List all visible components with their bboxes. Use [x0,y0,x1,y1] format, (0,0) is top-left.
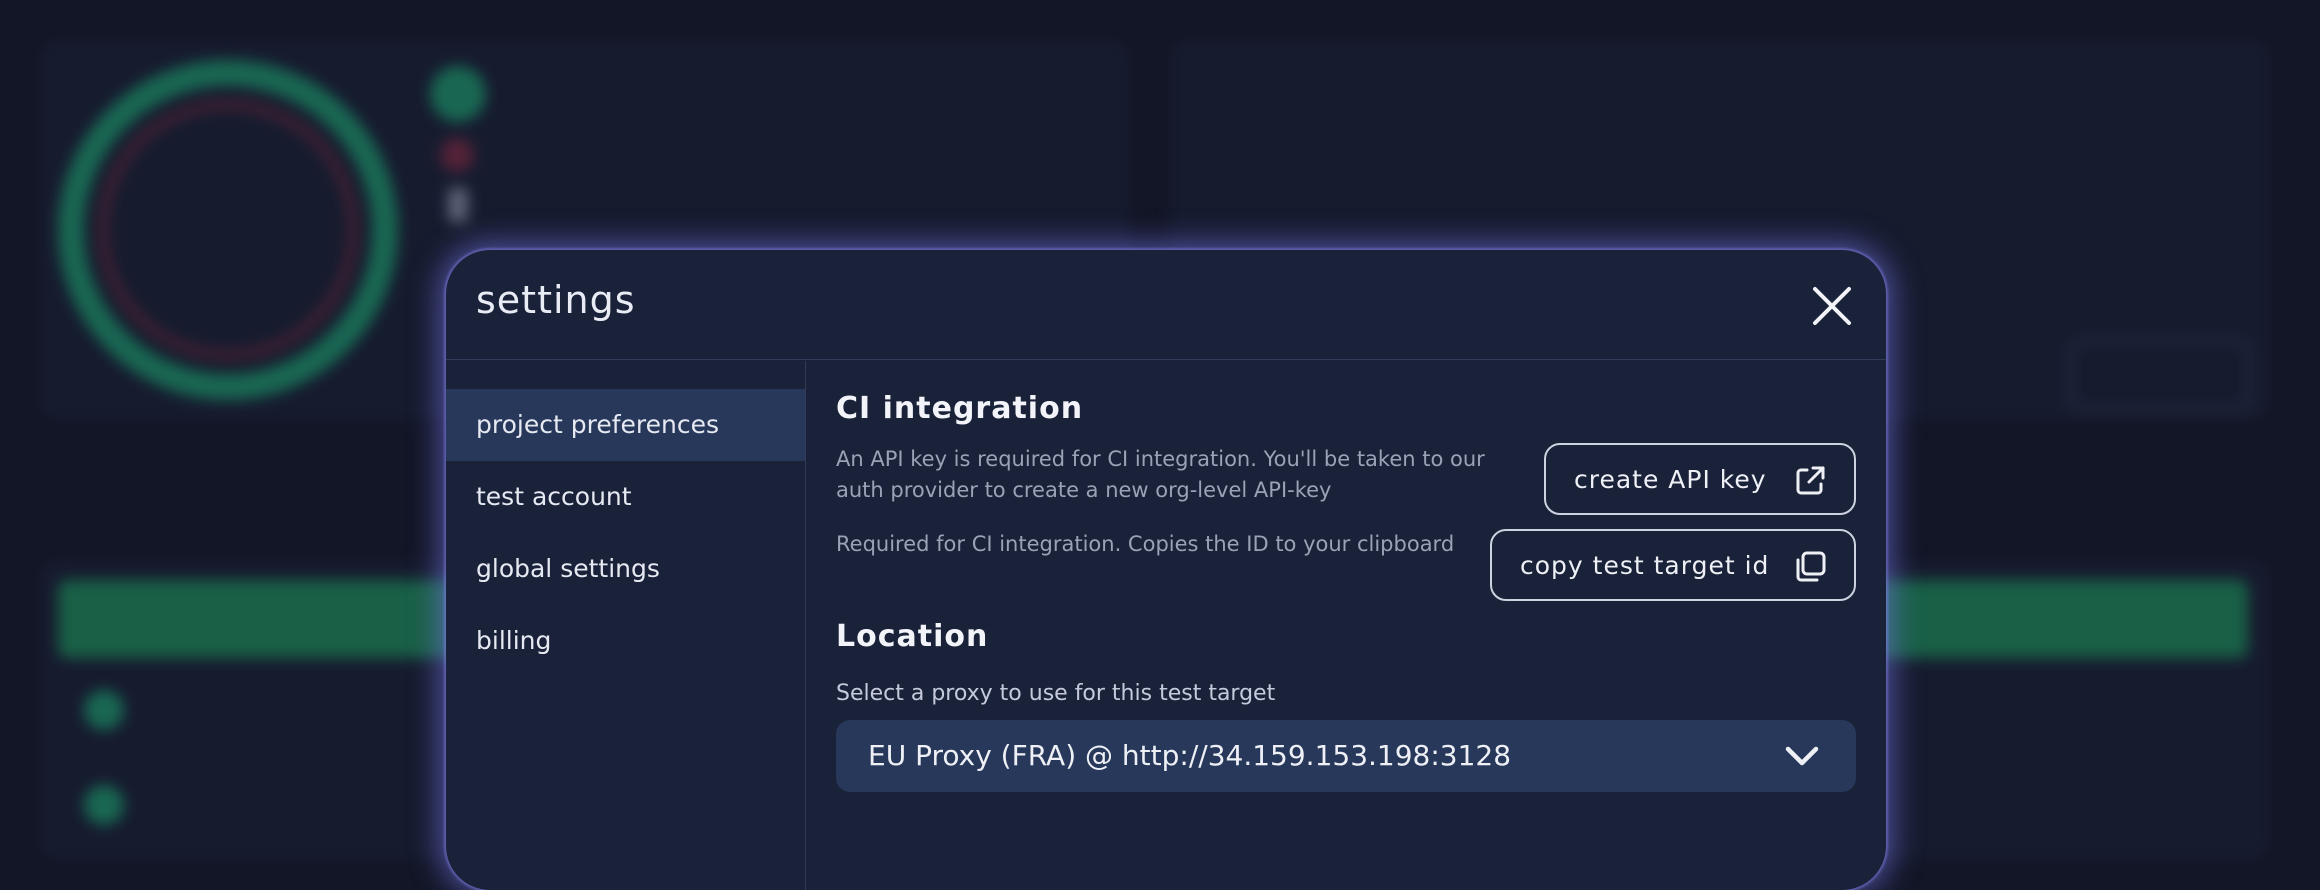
background-fail-dot [440,138,474,172]
close-button[interactable] [1810,284,1854,328]
location-heading: Location [836,619,989,654]
sidebar-item-label: billing [476,626,552,655]
sidebar-item-label: test account [476,482,632,511]
copy-test-target-id-label: copy test target id [1520,550,1770,580]
create-api-key-button[interactable]: create API key [1544,443,1856,515]
api-key-description: An API key is required for CI integratio… [836,447,1485,502]
copy-test-target-id-button[interactable]: copy test target id [1490,529,1856,601]
copy-icon [1796,551,1826,582]
sidebar-item-label: project preferences [476,410,719,439]
proxy-select[interactable]: EU Proxy (FRA) @ http://34.159.153.198:3… [836,720,1856,792]
modal-header: settings [446,250,1886,360]
background-status-ring-inner [98,100,358,360]
create-api-key-label: create API key [1574,464,1767,494]
external-link-icon [1796,466,1825,495]
background-row-dot [84,785,124,825]
modal-title: settings [476,278,636,322]
background-pass-dot [430,66,486,122]
background-row-dot [84,690,124,730]
settings-sidebar: project preferences test account global … [446,361,806,890]
close-icon [1813,287,1851,325]
test-target-description: Required for CI integration. Copies the … [836,532,1455,556]
background-button [2070,340,2250,410]
ci-integration-heading: CI integration [836,391,1084,426]
background-pending-dot [448,188,468,222]
sidebar-item-project-preferences[interactable]: project preferences [446,389,805,461]
chevron-down-icon [1785,746,1819,766]
sidebar-item-test-account[interactable]: test account [446,461,805,533]
sidebar-item-global-settings[interactable]: global settings [446,533,805,605]
proxy-select-value: EU Proxy (FRA) @ http://34.159.153.198:3… [868,739,1512,772]
sidebar-item-label: global settings [476,554,660,583]
proxy-select-label: Select a proxy to use for this test targ… [836,681,1276,706]
settings-modal: settings project preferences test accoun… [446,250,1886,890]
sidebar-item-billing[interactable]: billing [446,605,805,677]
